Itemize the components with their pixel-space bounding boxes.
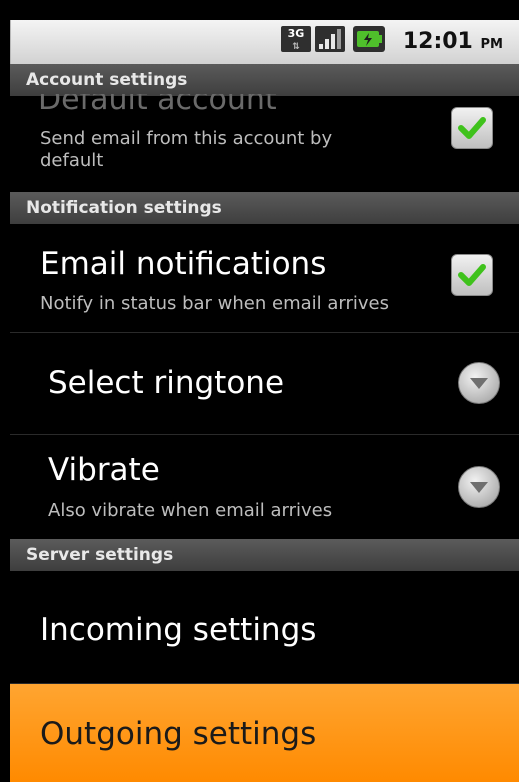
vibrate-dropdown-icon[interactable] xyxy=(458,466,500,508)
email-account-settings-screen: 3G ⇅ 12:01 PM Account settings Default a… xyxy=(0,0,519,782)
checkmark-icon xyxy=(458,264,486,286)
section-header-server-settings: Server settings xyxy=(10,539,519,571)
status-clock: 12:01 PM xyxy=(403,29,503,54)
network-type-label: 3G xyxy=(287,27,305,40)
signal-strength-icon xyxy=(315,26,345,52)
incoming-settings-title: Incoming settings xyxy=(40,612,317,648)
vibrate-title: Vibrate xyxy=(48,452,160,488)
select-ringtone-title: Select ringtone xyxy=(48,365,285,401)
default-account-title: Default account xyxy=(38,94,277,110)
checkmark-icon xyxy=(458,117,486,139)
section-header-notification-settings: Notification settings xyxy=(10,192,519,224)
3g-data-icon: 3G ⇅ xyxy=(281,26,311,52)
chevron-down-icon xyxy=(470,482,488,493)
select-ringtone-dropdown-icon[interactable] xyxy=(458,362,500,404)
chevron-down-icon xyxy=(470,378,488,389)
clock-time: 12:01 xyxy=(402,29,473,54)
default-account-checkbox[interactable] xyxy=(451,107,493,149)
email-notifications-title: Email notifications xyxy=(40,246,327,282)
outgoing-settings-title: Outgoing settings xyxy=(40,716,317,752)
email-notifications-summary: Notify in status bar when email arrives xyxy=(40,293,389,314)
default-account-summary-line1: Send email from this account by xyxy=(40,128,333,149)
vibrate-summary: Also vibrate when email arrives xyxy=(48,500,333,521)
status-bar: 3G ⇅ 12:01 PM xyxy=(10,20,519,64)
email-notifications-checkbox[interactable] xyxy=(451,254,493,296)
section-header-account-settings: Account settings xyxy=(10,64,519,96)
battery-charging-icon xyxy=(353,26,385,52)
default-account-summary-line2: default xyxy=(40,150,104,171)
clock-ampm: PM xyxy=(480,37,503,52)
